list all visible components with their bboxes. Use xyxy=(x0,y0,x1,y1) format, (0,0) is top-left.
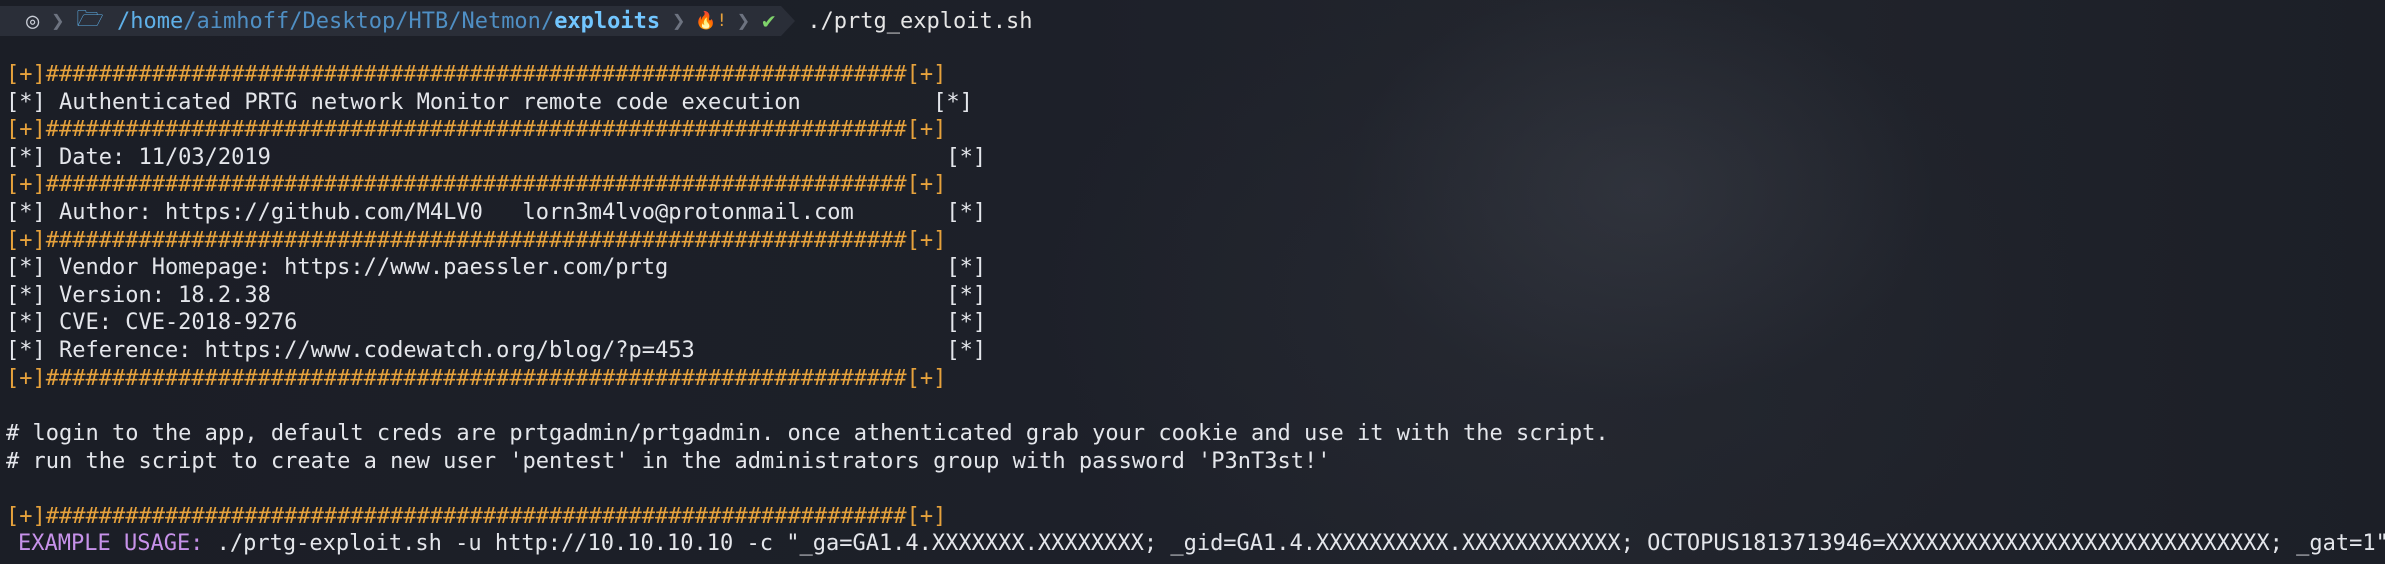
chevron-right-icon: ❯ xyxy=(730,6,757,36)
terminal-window[interactable]: ◎ ❯ 🗁 /home / aimhoff / Desktop / HTB / … xyxy=(0,0,2385,564)
banner-border: [+]#####################################… xyxy=(6,227,947,253)
prompt-path: 🗁 /home / aimhoff / Desktop / HTB / Netm… xyxy=(70,6,667,36)
banner-border: [+]#####################################… xyxy=(6,503,947,529)
fire-icon: 🔥! xyxy=(691,6,731,36)
shell-prompt: ◎ ❯ 🗁 /home / aimhoff / Desktop / HTB / … xyxy=(0,6,1032,36)
comment-line: # login to the app, default creds are pr… xyxy=(6,421,1609,446)
comment-line: # run the script to create a new user 'p… xyxy=(6,448,1331,474)
path-segment-current: exploits xyxy=(554,8,661,34)
banner-border: [+]#####################################… xyxy=(6,62,947,87)
path-segment-htb: HTB xyxy=(408,8,449,34)
banner-line: [*] Vendor Homepage: https://www.paessle… xyxy=(6,255,987,281)
os-icon: ◎ xyxy=(0,6,46,36)
banner-border: [+]#####################################… xyxy=(6,117,947,143)
folder-icon: 🗁 xyxy=(76,7,118,32)
banner-line: [*] Version: 18.2.38 [*] xyxy=(6,282,987,308)
path-segment-user: aimhoff xyxy=(196,8,290,34)
chevron-right-icon: ❯ xyxy=(45,6,71,36)
banner-line: [*] Date: 11/03/2019 [*] xyxy=(6,144,987,170)
path-segment-desktop: Desktop xyxy=(302,8,396,34)
path-segment-home: /home xyxy=(117,8,184,34)
banner-line: [*] Authenticated PRTG network Monitor r… xyxy=(6,89,973,115)
prompt-arrow-icon xyxy=(781,6,796,36)
command-text[interactable]: ./prtg_exploit.sh xyxy=(795,9,1032,34)
example-usage-command: ./prtg-exploit.sh -u http://10.10.10.10 … xyxy=(203,531,2385,557)
check-icon: ✔ xyxy=(756,6,782,36)
example-usage-line[interactable]: EXAMPLE USAGE: ./prtg-exploit.sh -u http… xyxy=(18,530,2385,558)
banner-border: [+]#####################################… xyxy=(6,365,947,391)
banner-line: [*] Author: https://github.com/M4LV0 lor… xyxy=(6,200,987,225)
chevron-right-icon: ❯ xyxy=(666,6,692,36)
banner-border: [+]#####################################… xyxy=(6,172,947,198)
path-segment-netmon: Netmon xyxy=(461,8,541,34)
banner-line: [*] CVE: CVE-2018-9276 [*] xyxy=(6,310,987,336)
banner-line: [*] Reference: https://www.codewatch.org… xyxy=(6,338,987,363)
example-usage-label: EXAMPLE USAGE: xyxy=(18,531,204,557)
